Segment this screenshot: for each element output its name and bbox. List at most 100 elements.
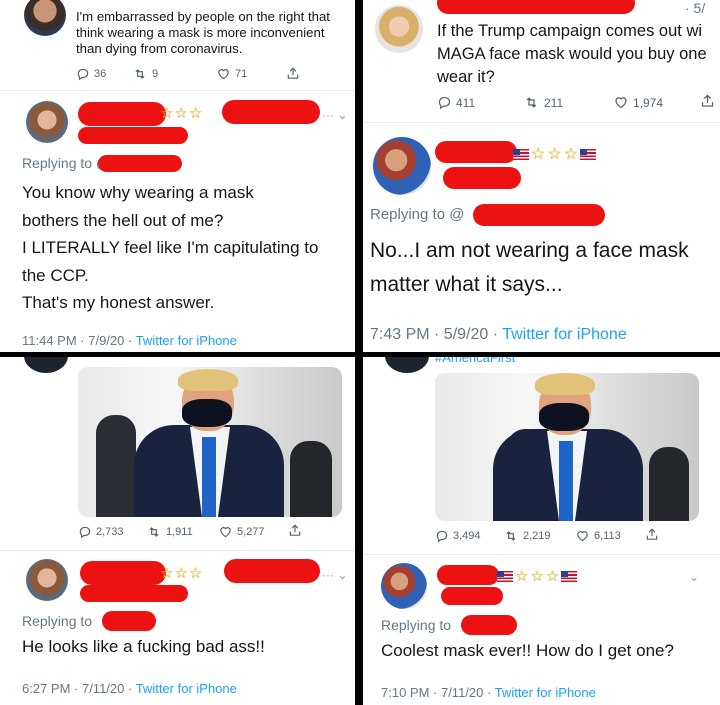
tweet-source-link[interactable]: Twitter for iPhone [495,685,596,700]
replying-to-label: Replying to [381,617,452,633]
quoted-author-avatar[interactable] [24,0,66,36]
tweet-timestamp: 7:10 PM · 7/11/20 · Twitter for iPhone [381,685,596,700]
star-icon: ☆ [174,565,188,582]
emoji-row: ☆ ☆ ☆ [497,567,578,585]
redacted-display-name [437,565,499,585]
retweet-icon [506,531,516,541]
reply-action[interactable]: 36 [76,67,106,81]
photo-background-figure [649,447,689,521]
reply-count: 2,733 [96,526,124,538]
retweet-action[interactable]: 211 [523,95,563,110]
tweet-timestamp: 6:27 PM · 7/11/20 · Twitter for iPhone [22,681,237,696]
like-icon [577,531,588,542]
like-action[interactable]: 5,277 [218,525,265,539]
us-flag-icon [497,570,513,582]
reply-count: 36 [94,68,107,80]
retweet-count: 2,219 [523,530,551,542]
tweet-source-link[interactable]: Twitter for iPhone [136,333,237,348]
trump-mask-photo[interactable] [78,367,342,517]
like-icon [220,527,231,538]
photo-hair [178,369,238,391]
star-icon: ☆ [545,568,560,585]
star-icon: ☆ [531,146,546,163]
chevron-down-icon[interactable]: ··· ⌄ [322,568,347,582]
quoted-line: wear it? [437,68,495,86]
like-action[interactable]: 6,113 [575,529,621,543]
reply-icon [436,530,448,543]
us-flag-icon [580,148,597,160]
retweet-count: 9 [152,68,159,80]
retweet-icon [526,97,537,108]
reply-action[interactable]: 411 [437,95,475,110]
chevron-down-icon[interactable]: ⌄ [689,570,699,584]
reply-author-avatar[interactable] [373,137,431,195]
redacted-quoted-name [437,0,635,14]
reply-author-avatar[interactable] [381,563,427,609]
tweet-panel-bottom-right: #AmericaFirst 3,494 2,219 6,113 ☆ ☆ ☆ ⌄ … [363,357,720,705]
like-action[interactable]: 1,974 [613,95,663,110]
redacted-name-overflow [80,585,188,602]
quoted-tweet-text: If the Trump campaign comes out wi MAGA … [437,20,707,89]
like-action[interactable]: 71 [216,67,247,81]
like-icon [615,97,627,109]
divider [0,90,355,91]
share-action[interactable] [645,527,659,542]
reply-action[interactable]: 2,733 [78,525,124,539]
star-icon: ☆ [547,146,562,163]
hashtag-link[interactable]: #AmericaFirst [435,357,515,365]
share-action[interactable] [700,93,715,109]
star-emoji-row: ☆ ☆ ☆ [160,564,202,582]
redacted-display-name [80,561,166,585]
star-icon: ☆ [188,105,203,122]
quoted-author-avatar[interactable] [24,357,68,373]
retweet-action[interactable]: 9 [132,67,158,81]
timestamp-text: 11:44 PM · 7/9/20 · [22,333,136,348]
share-icon [701,94,714,107]
chevron-down-icon[interactable]: ··· ⌄ [322,108,347,122]
tweet-panel-top-left: I'm embarrassed by people on the right t… [0,0,355,352]
star-icon: ☆ [515,568,529,585]
quoted-line: If the Trump campaign comes out wi [437,22,703,40]
reply-action[interactable]: 3,494 [435,529,481,543]
redacted-replying-handle [461,615,517,635]
quoted-author-avatar[interactable] [385,357,429,373]
redacted-replying-handle [102,611,156,631]
redacted-replying-handle [98,155,182,172]
retweet-count: 1,911 [166,526,193,538]
photo-background-figure [96,415,136,517]
quoted-author-avatar[interactable] [375,5,423,53]
share-action[interactable] [288,523,302,538]
emoji-row: ☆ ☆ ☆ [513,144,597,164]
reply-count: 3,494 [453,530,481,542]
reply-line: You know why wearing a mask [22,183,254,202]
redacted-handle [222,100,320,124]
reply-icon [77,68,89,81]
tweet-source-link[interactable]: Twitter for iPhone [136,681,237,696]
star-icon: ☆ [563,146,579,163]
trump-mask-photo[interactable] [435,373,699,521]
like-icon [218,69,229,80]
quoted-line: MAGA face mask would you buy one [437,45,707,63]
redacted-handle [224,559,320,583]
star-icon: ☆ [188,565,203,582]
star-icon: ☆ [174,105,188,122]
replying-to-label: Replying to @ [22,155,111,171]
redacted-display-name [78,102,166,126]
redacted-name-overflow [78,127,188,144]
retweet-action[interactable]: 2,219 [503,529,551,543]
share-icon [287,67,299,79]
redacted-replying-handle [473,204,605,226]
share-action[interactable] [286,66,300,81]
tweet-timestamp: 7:43 PM · 5/9/20 · Twitter for iPhone [370,326,627,344]
replying-to-label: Replying to [22,613,93,629]
reply-author-avatar[interactable] [26,559,68,601]
like-count: 6,113 [594,530,621,542]
reply-author-avatar[interactable] [26,101,68,143]
reply-line: No...I am not wearing a face mask [370,239,689,262]
retweet-count: 211 [544,95,564,110]
retweet-action[interactable]: 1,911 [146,525,193,539]
timestamp-text: 7:10 PM · 7/11/20 · [381,685,495,700]
redacted-handle [443,167,521,189]
reply-icon [438,96,451,110]
tweet-source-link[interactable]: Twitter for iPhone [502,326,627,343]
